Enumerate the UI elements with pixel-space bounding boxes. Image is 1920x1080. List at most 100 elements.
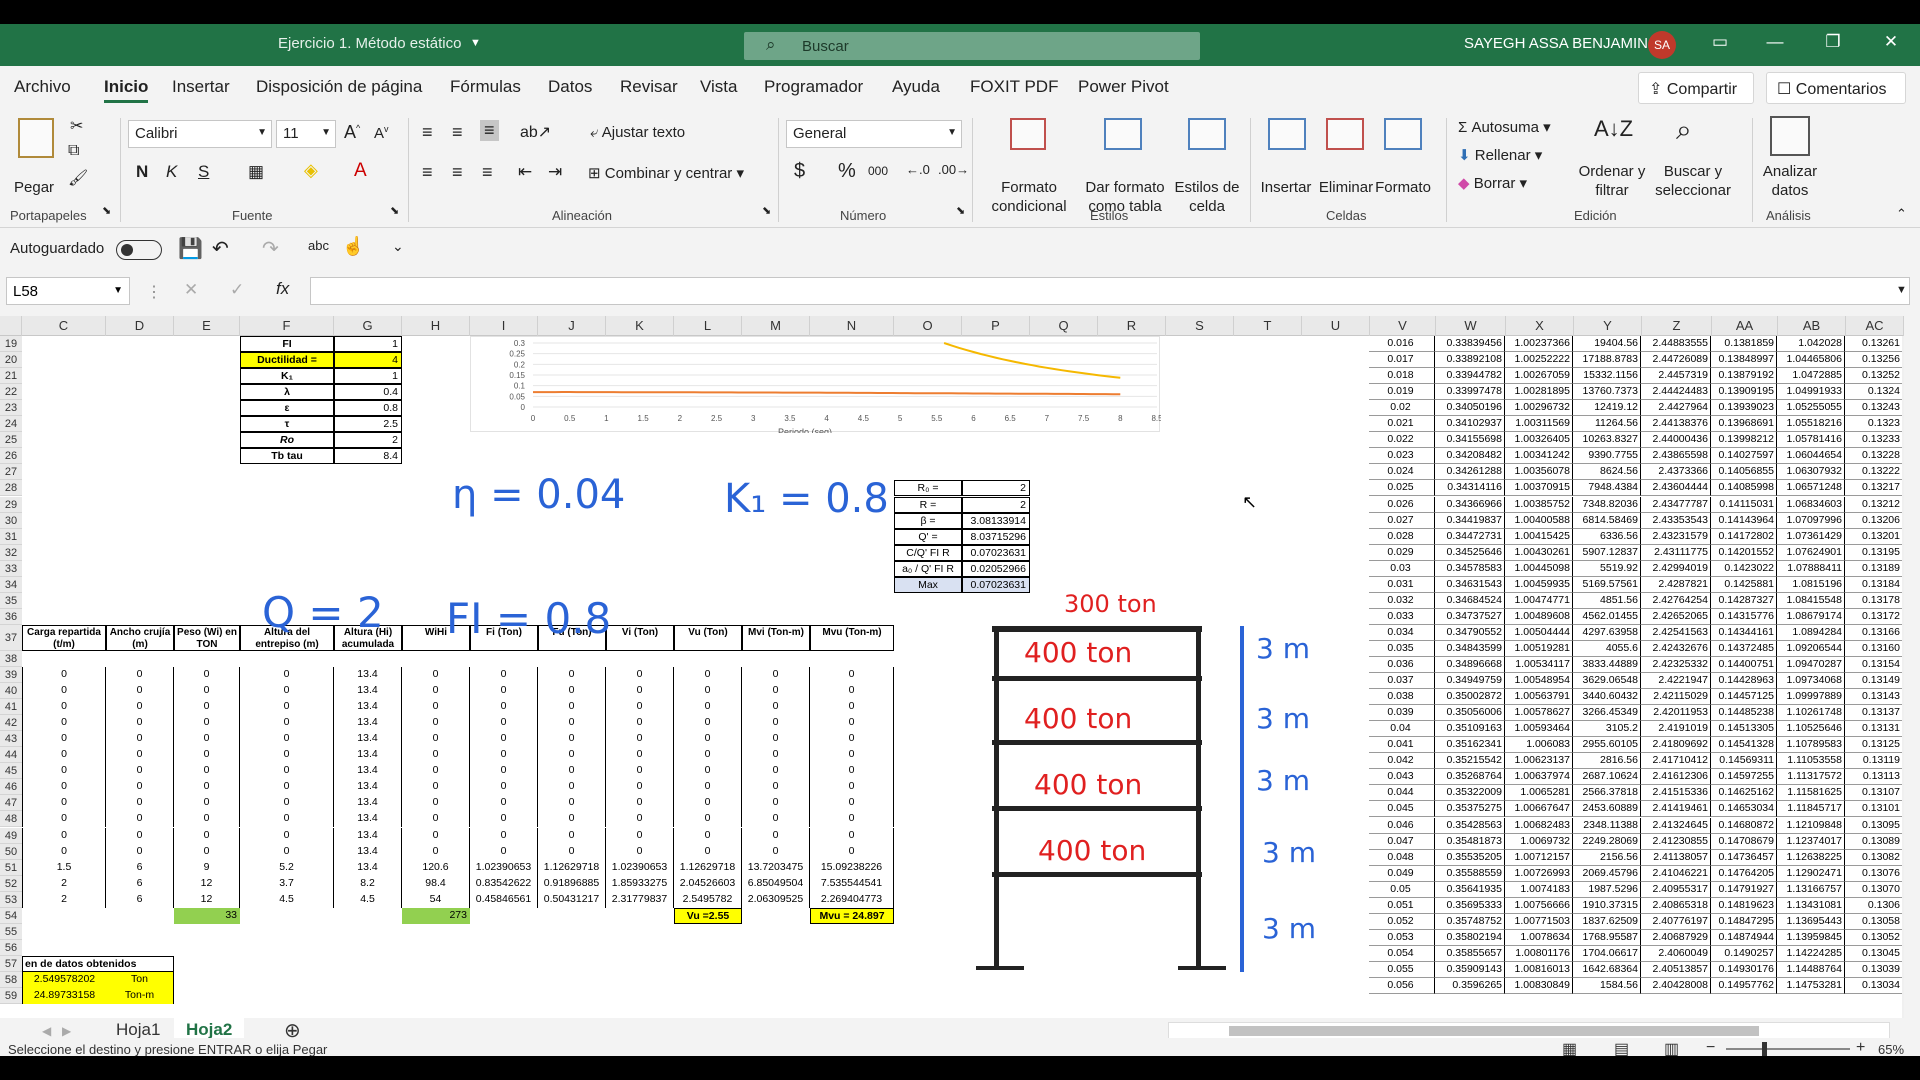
spectrum-cell[interactable]: 2.43477787 [1641, 496, 1711, 513]
row-header[interactable]: 25 [0, 432, 22, 449]
spectrum-cell[interactable]: 0.13113 [1845, 769, 1903, 786]
table-cell[interactable]: 0 [674, 827, 742, 844]
column-header-R[interactable]: R [1098, 316, 1166, 336]
column-header-X[interactable]: X [1506, 316, 1574, 336]
column-header-O[interactable]: O [894, 316, 962, 336]
spectrum-cell[interactable]: 0.051 [1369, 897, 1435, 914]
spectrum-cell[interactable]: 1.10789583 [1777, 737, 1845, 754]
spectrum-cell[interactable]: 0.13189 [1845, 560, 1903, 577]
tab-insertar[interactable]: Insertar [172, 77, 230, 97]
spectrum-cell[interactable]: 2.43353543 [1641, 512, 1711, 529]
formula-input[interactable] [310, 277, 1910, 305]
spectrum-cell[interactable]: 2.4221947 [1641, 673, 1711, 690]
zoom-level[interactable]: 65% [1878, 1042, 1904, 1056]
paste-button[interactable]: Pegar [14, 178, 54, 197]
spectrum-cell[interactable]: 1.04991933 [1777, 384, 1845, 401]
row-header[interactable]: 32 [0, 544, 22, 561]
spectrum-cell[interactable]: 1.00445098 [1505, 560, 1573, 577]
spectrum-cell[interactable]: 2.41515336 [1641, 785, 1711, 802]
spectrum-cell[interactable]: 0.13052 [1845, 929, 1903, 946]
conditional-format-icon[interactable] [1010, 118, 1046, 150]
spectrum-cell[interactable]: 1.00726993 [1505, 865, 1573, 882]
table-cell[interactable]: 0 [538, 747, 606, 764]
spectrum-cell[interactable]: 0.35428563 [1435, 817, 1505, 834]
spectrum-cell[interactable]: 1.00593464 [1505, 721, 1573, 738]
spectrum-cell[interactable]: 1.00623137 [1505, 753, 1573, 770]
spectrum-cell[interactable]: 2.4373366 [1641, 464, 1711, 481]
table-cell[interactable]: 0 [402, 731, 470, 748]
spectrum-cell[interactable]: 2.41046221 [1641, 865, 1711, 882]
table-cell[interactable]: 0 [402, 827, 470, 844]
spectrum-cell[interactable]: 0.34896668 [1435, 657, 1505, 674]
spectrum-cell[interactable]: 3105.2 [1573, 721, 1641, 738]
insert-cells-icon[interactable] [1268, 118, 1306, 150]
expand-formula-icon[interactable]: ▼ [1896, 284, 1907, 296]
param-value[interactable]: 1 [334, 368, 402, 385]
fill-color-icon[interactable]: ◈ [304, 160, 318, 181]
table-cell[interactable]: 13.4 [334, 683, 402, 700]
column-header-Q[interactable]: Q [1030, 316, 1098, 336]
table-cell[interactable]: 0 [742, 731, 810, 748]
analyze-data-icon[interactable] [1770, 116, 1810, 156]
column-header-F[interactable]: F [240, 316, 334, 336]
spectrum-cell[interactable]: 0.13939023 [1711, 400, 1777, 417]
spectrum-cell[interactable]: 2.42115029 [1641, 689, 1711, 706]
table-cell[interactable]: 0 [470, 843, 538, 860]
spectrum-cell[interactable]: 0.35855657 [1435, 945, 1505, 962]
spectrum-cell[interactable]: 0.019 [1369, 384, 1435, 401]
table-cell[interactable]: 5.2 [240, 859, 334, 876]
spectrum-cell[interactable]: 1.00667647 [1505, 801, 1573, 818]
copy-icon[interactable]: ⧉ [68, 142, 79, 160]
zoom-out-icon[interactable]: − [1706, 1039, 1715, 1056]
coef-value[interactable]: 8.03715296 [962, 528, 1030, 545]
spectrum-cell[interactable]: 2.42652065 [1641, 608, 1711, 625]
table-cell[interactable]: 0 [810, 843, 894, 860]
param-value[interactable]: 0.4 [334, 384, 402, 401]
spectrum-cell[interactable]: 0.025 [1369, 480, 1435, 497]
spectrum-cell[interactable]: 0.13107 [1845, 785, 1903, 802]
spectrum-cell[interactable]: 0.1324 [1845, 384, 1903, 401]
column-header-AB[interactable]: AB [1778, 316, 1846, 336]
spectrum-cell[interactable]: 0.34472731 [1435, 528, 1505, 545]
column-header-W[interactable]: W [1436, 316, 1506, 336]
spectrum-cell[interactable]: 1.09734068 [1777, 673, 1845, 690]
spectrum-cell[interactable]: 0.14344161 [1711, 624, 1777, 641]
table-cell[interactable]: 0 [674, 843, 742, 860]
spectrum-cell[interactable]: 0.13222 [1845, 464, 1903, 481]
merge-center-button[interactable]: ⊞ Combinar y centrar ▾ [588, 164, 744, 182]
spectrum-cell[interactable]: 15332.1156 [1573, 368, 1641, 385]
spectrum-cell[interactable]: 0.34314116 [1435, 480, 1505, 497]
spectrum-cell[interactable]: 0.14819623 [1711, 897, 1777, 914]
spectrum-cell[interactable]: 0.14513305 [1711, 721, 1777, 738]
spectrum-cell[interactable]: 1.042028 [1777, 336, 1845, 353]
spectrum-cell[interactable]: 0.026 [1369, 496, 1435, 513]
wrap-text-button[interactable]: ⤶ Ajustar texto [590, 124, 685, 141]
table-cell[interactable]: 0 [470, 827, 538, 844]
table-cell[interactable]: 0 [174, 827, 240, 844]
spectrum-cell[interactable]: 1.00326405 [1505, 432, 1573, 449]
align-bottom-icon[interactable]: ≡ [480, 120, 499, 141]
spectrum-cell[interactable]: 1.12109848 [1777, 817, 1845, 834]
spectrum-cell[interactable]: 2.4191019 [1641, 721, 1711, 738]
spectrum-cell[interactable]: 19404.56 [1573, 336, 1641, 353]
underline-button[interactable]: S [198, 162, 209, 182]
spectrum-cell[interactable]: 0.031 [1369, 576, 1435, 593]
spectrum-cell[interactable]: 0.35909143 [1435, 961, 1505, 978]
table-cell[interactable]: 0 [174, 763, 240, 780]
spectrum-cell[interactable]: 2.44726089 [1641, 352, 1711, 369]
row-header[interactable]: 39 [0, 667, 22, 684]
spectrum-cell[interactable]: 2.42325332 [1641, 657, 1711, 674]
spectrum-cell[interactable]: 0.14056855 [1711, 464, 1777, 481]
column-header-U[interactable]: U [1302, 316, 1370, 336]
italic-button[interactable]: K [166, 162, 177, 182]
table-cell[interactable]: 0 [470, 811, 538, 828]
spectrum-cell[interactable]: 0.13195 [1845, 544, 1903, 561]
table-cell[interactable]: 0 [402, 715, 470, 732]
spectrum-cell[interactable]: 0.053 [1369, 929, 1435, 946]
spectrum-cell[interactable]: 1.06307932 [1777, 464, 1845, 481]
table-cell[interactable]: 0 [606, 747, 674, 764]
minimize-button[interactable]: — [1760, 32, 1790, 52]
spectrum-cell[interactable]: 0.037 [1369, 673, 1435, 690]
table-cell[interactable]: 0 [22, 779, 106, 796]
table-cell[interactable]: 0 [606, 699, 674, 716]
